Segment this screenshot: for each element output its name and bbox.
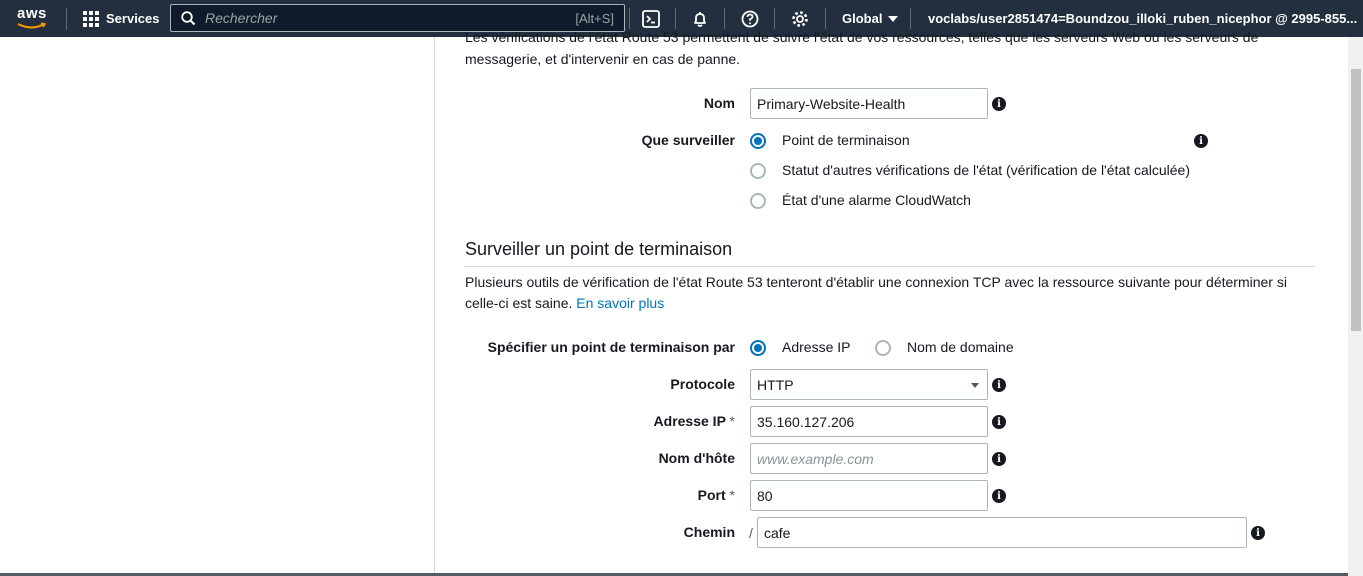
info-icon[interactable]: i [992,452,1006,466]
divider [825,8,826,29]
learn-more-link[interactable]: En savoir plus [576,295,664,311]
info-icon[interactable]: i [992,378,1006,392]
monitor-cloudwatch-radio[interactable] [750,193,766,209]
services-label: Services [106,11,160,26]
left-panel [0,37,435,576]
port-label: Port * [698,487,735,503]
port-label-text: Port [697,487,726,503]
ip-label: Adresse IP * [654,413,735,429]
aws-smile-icon [17,22,47,29]
required-mark: * [729,413,735,429]
section-title: Surveiller un point de terminaison [465,239,733,259]
path-input[interactable]: cafe [757,517,1247,548]
monitor-label: Que surveiller [641,132,735,148]
specify-domain-label[interactable]: Nom de domaine [907,339,1014,355]
endpoint-desc-line1: Plusieurs outils de vérification de l'ét… [465,274,1287,290]
caret-down-icon [971,383,979,388]
specify-ip-label[interactable]: Adresse IP [782,339,850,355]
caret-down-icon [888,15,899,22]
terminal-icon [642,9,660,28]
protocol-value: HTTP [757,376,794,393]
info-icon[interactable]: i [992,489,1006,503]
section-divider [465,266,1315,267]
ip-label-text: Adresse IP [653,413,726,429]
scrollbar[interactable] [1348,37,1363,576]
services-menu-button[interactable]: Services [67,0,176,37]
name-input[interactable]: Primary-Website-Health [750,88,988,119]
ip-input[interactable]: 35.160.127.206 [750,406,988,437]
search-icon [181,10,196,25]
search-placeholder: Rechercher [205,10,278,26]
endpoint-desc-line2: celle-ci est saine. En savoir plus [465,293,1305,314]
divider [724,8,725,29]
monitor-endpoint-radio[interactable] [750,133,766,149]
specify-label: Spécifier un point de terminaison par [487,339,735,355]
intro-text-line1: Les vérifications de l'état Route 53 per… [465,29,1259,45]
protocol-label: Protocole [670,376,735,392]
endpoint-desc-text: celle-ci est saine. [465,295,573,311]
scrollbar-thumb[interactable] [1351,69,1361,331]
intro-text-line2: messagerie, et d'intervenir en cas de pa… [465,51,741,67]
monitor-cloudwatch-label[interactable]: État d'une alarme CloudWatch [782,192,971,208]
hostname-label: Nom d'hôte [658,450,735,466]
account-label: voclabs/user2851474=Boundzou_illoki_rube… [928,11,1358,26]
info-icon[interactable]: i [1251,526,1265,540]
hostname-input[interactable]: www.example.com [750,443,988,474]
monitor-calculated-label[interactable]: Statut d'autres vérifications de l'état … [782,162,1190,178]
monitor-calculated-radio[interactable] [750,163,766,179]
path-label: Chemin [683,524,735,540]
name-label: Nom [703,95,735,111]
divider [910,8,911,29]
path-prefix: / [749,525,753,541]
info-icon[interactable]: i [992,415,1006,429]
help-icon [741,10,759,27]
info-icon[interactable]: i [1194,134,1208,148]
grid-icon [83,10,99,27]
info-icon[interactable]: i [992,97,1006,111]
aws-logo-text: aws [17,5,47,22]
aws-logo[interactable]: aws [0,0,52,37]
port-input[interactable]: 80 [750,480,988,511]
region-label: Global [842,11,883,26]
search-shortcut: [Alt+S] [575,10,614,26]
required-mark: * [729,487,735,503]
bell-icon [694,11,706,27]
gear-icon [792,10,808,27]
protocol-select[interactable]: HTTP [750,369,988,400]
divider [774,8,775,29]
specify-ip-radio[interactable] [750,340,766,356]
specify-domain-radio[interactable] [875,340,891,356]
monitor-endpoint-label[interactable]: Point de terminaison [782,132,910,148]
